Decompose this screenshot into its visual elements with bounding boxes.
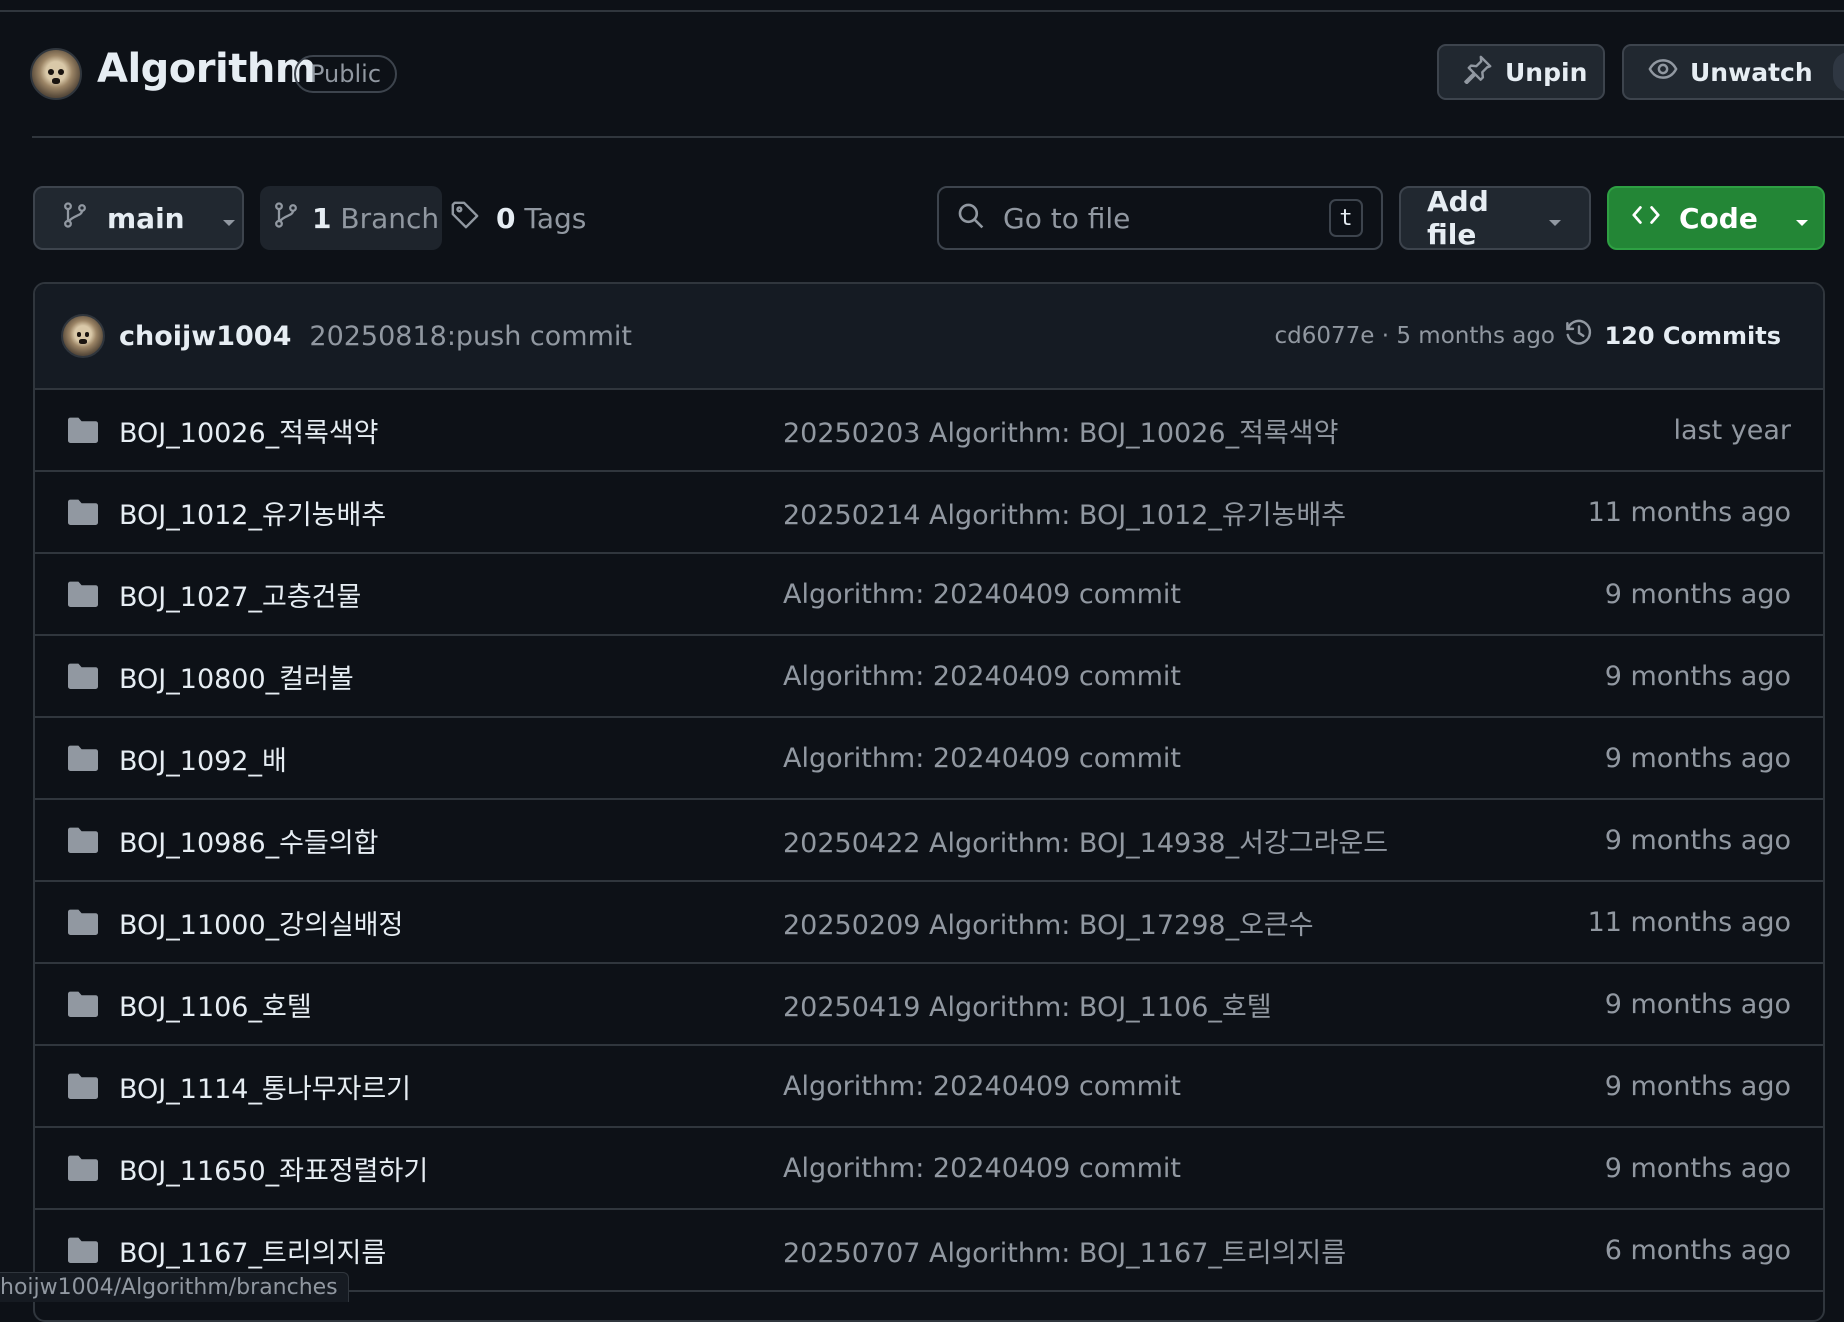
file-commit-date: 9 months ago	[1604, 578, 1791, 610]
table-row[interactable]: BOJ_10026_적록색약 20250203 Algorithm: BOJ_10…	[35, 390, 1823, 472]
table-row[interactable]: BOJ_10800_컬러볼 Algorithm: 20240409 commit 9…	[35, 636, 1823, 718]
file-commit-message[interactable]: Algorithm: 20240409 commit	[783, 579, 1181, 610]
unwatch-button[interactable]: Unwatch 1	[1622, 44, 1844, 100]
code-label: Code	[1679, 201, 1758, 235]
go-to-file-search[interactable]: Go to file t	[937, 186, 1383, 250]
table-row[interactable]: BOJ_1027_고층건물 Algorithm: 20240409 commit 9…	[35, 554, 1823, 636]
file-commit-message[interactable]: 20250214 Algorithm: BOJ_1012_유기농배추	[783, 493, 1346, 532]
branch-label: Branch	[340, 201, 440, 235]
file-commit-date: 9 months ago	[1604, 988, 1791, 1020]
search-icon	[957, 202, 985, 234]
tag-icon	[450, 200, 480, 237]
caret-down-icon	[221, 202, 237, 235]
visibility-badge: Public	[294, 55, 398, 93]
keyboard-shortcut-hint: t	[1329, 199, 1363, 237]
file-name[interactable]: BOJ_10986_수들의합	[119, 821, 379, 860]
pin-icon	[1463, 54, 1493, 90]
file-commit-message[interactable]: Algorithm: 20240409 commit	[783, 1153, 1181, 1184]
file-commit-message[interactable]: 20250419 Algorithm: BOJ_1106_호텔	[783, 985, 1272, 1024]
branch-name: main	[107, 201, 185, 235]
file-name[interactable]: BOJ_10800_컬러볼	[119, 657, 354, 696]
add-file-label: Add file	[1427, 185, 1489, 251]
table-row[interactable]: BOJ_1114_통나무자르기 Algorithm: 20240409 commi…	[35, 1046, 1823, 1128]
table-row[interactable]: BOJ_1012_유기농배추 20250214 Algorithm: BOJ_10…	[35, 472, 1823, 554]
file-commit-message[interactable]: 20250209 Algorithm: BOJ_17298_오큰수	[783, 903, 1314, 942]
branch-select-button[interactable]: main	[33, 186, 244, 250]
eye-icon	[1648, 54, 1678, 90]
folder-icon	[67, 416, 99, 448]
file-commit-date: 9 months ago	[1604, 660, 1791, 692]
folder-icon	[67, 1072, 99, 1104]
file-name[interactable]: BOJ_11650_좌표정렬하기	[119, 1149, 428, 1188]
file-commit-message[interactable]: Algorithm: 20240409 commit	[783, 743, 1181, 774]
table-row[interactable]: BOJ_1092_배 Algorithm: 20240409 commit 9 mo…	[35, 718, 1823, 800]
file-name[interactable]: BOJ_1114_통나무자르기	[119, 1067, 411, 1106]
file-name[interactable]: BOJ_1106_호텔	[119, 985, 312, 1024]
branches-link[interactable]: 1 Branch	[260, 186, 442, 250]
git-branch-icon	[61, 201, 89, 236]
file-commit-date: 11 months ago	[1587, 906, 1791, 938]
commit-message[interactable]: 20250818:push commit	[309, 321, 632, 352]
tags-link[interactable]: 0 Tags	[450, 186, 586, 250]
watch-count: 1	[1832, 52, 1844, 92]
file-commit-date: 11 months ago	[1587, 496, 1791, 528]
folder-icon	[67, 826, 99, 858]
search-placeholder: Go to file	[1003, 201, 1131, 235]
owner-avatar[interactable]	[30, 48, 82, 100]
commits-count-label: 120 Commits	[1604, 322, 1781, 350]
header-divider	[32, 136, 1844, 138]
git-branch-icon	[272, 201, 300, 236]
table-row[interactable]: BOJ_1106_호텔 20250419 Algorithm: BOJ_1106_…	[35, 964, 1823, 1046]
tag-label: Tags	[524, 201, 587, 235]
file-name[interactable]: BOJ_1027_고층건물	[119, 575, 361, 614]
file-commit-date: 6 months ago	[1604, 1234, 1791, 1266]
status-bar-url: hoijw1004/Algorithm/branches	[0, 1272, 349, 1302]
file-commit-message[interactable]: 20250707 Algorithm: BOJ_1167_트리의지름	[783, 1231, 1346, 1270]
file-commit-message[interactable]: 20250422 Algorithm: BOJ_14938_서강그라운드	[783, 821, 1388, 860]
file-commit-date: 9 months ago	[1604, 742, 1791, 774]
folder-icon	[67, 990, 99, 1022]
tag-count: 0	[496, 201, 516, 235]
file-commit-date: last year	[1673, 414, 1791, 446]
repo-title[interactable]: Algorithm	[97, 46, 317, 92]
folder-icon	[67, 498, 99, 530]
commit-author[interactable]: choijw1004	[119, 321, 291, 352]
file-name[interactable]: BOJ_1167_트리의지름	[119, 1231, 386, 1270]
file-commit-date: 9 months ago	[1604, 1152, 1791, 1184]
folder-icon	[67, 744, 99, 776]
file-name[interactable]: BOJ_10026_적록색약	[119, 411, 379, 450]
commit-hash-time[interactable]: cd6077e · 5 months ago	[1274, 323, 1555, 349]
table-row[interactable]: BOJ_11650_좌표정렬하기 Algorithm: 20240409 comm…	[35, 1128, 1823, 1210]
unpin-label: Unpin	[1505, 57, 1588, 87]
table-row[interactable]: BOJ_10986_수들의합 20250422 Algorithm: BOJ_14…	[35, 800, 1823, 882]
caret-down-icon	[1794, 202, 1810, 235]
caret-down-icon	[1547, 202, 1563, 235]
code-button[interactable]: Code	[1607, 186, 1825, 250]
file-commit-date: 9 months ago	[1604, 1070, 1791, 1102]
unwatch-label: Unwatch	[1690, 57, 1813, 87]
add-file-button[interactable]: Add file	[1399, 185, 1591, 251]
file-list: choijw1004 20250818:push commit cd6077e …	[33, 282, 1825, 1322]
folder-icon	[67, 580, 99, 612]
commits-history-link[interactable]: 120 Commits	[1564, 318, 1781, 354]
file-name[interactable]: BOJ_1092_배	[119, 739, 287, 778]
code-icon	[1631, 200, 1661, 237]
table-row[interactable]: BOJ_11000_강의실배정 20250209 Algorithm: BOJ_1…	[35, 882, 1823, 964]
commit-author-avatar[interactable]	[61, 314, 105, 358]
repo-header: Algorithm Public Unpin Unwatch 1	[0, 0, 1844, 138]
unpin-button[interactable]: Unpin	[1437, 44, 1605, 100]
file-name[interactable]: BOJ_11000_강의실배정	[119, 903, 403, 942]
file-commit-message[interactable]: Algorithm: 20240409 commit	[783, 1071, 1181, 1102]
folder-icon	[67, 1154, 99, 1186]
folder-icon	[67, 662, 99, 694]
file-name[interactable]: BOJ_1012_유기농배추	[119, 493, 386, 532]
folder-icon	[67, 1236, 99, 1268]
file-commit-message[interactable]: 20250203 Algorithm: BOJ_10026_적록색약	[783, 411, 1338, 450]
branch-count: 1	[312, 201, 332, 235]
file-commit-message[interactable]: Algorithm: 20240409 commit	[783, 661, 1181, 692]
folder-icon	[67, 908, 99, 940]
latest-commit-bar: choijw1004 20250818:push commit cd6077e …	[35, 284, 1823, 390]
history-icon	[1564, 318, 1594, 354]
file-commit-date: 9 months ago	[1604, 824, 1791, 856]
